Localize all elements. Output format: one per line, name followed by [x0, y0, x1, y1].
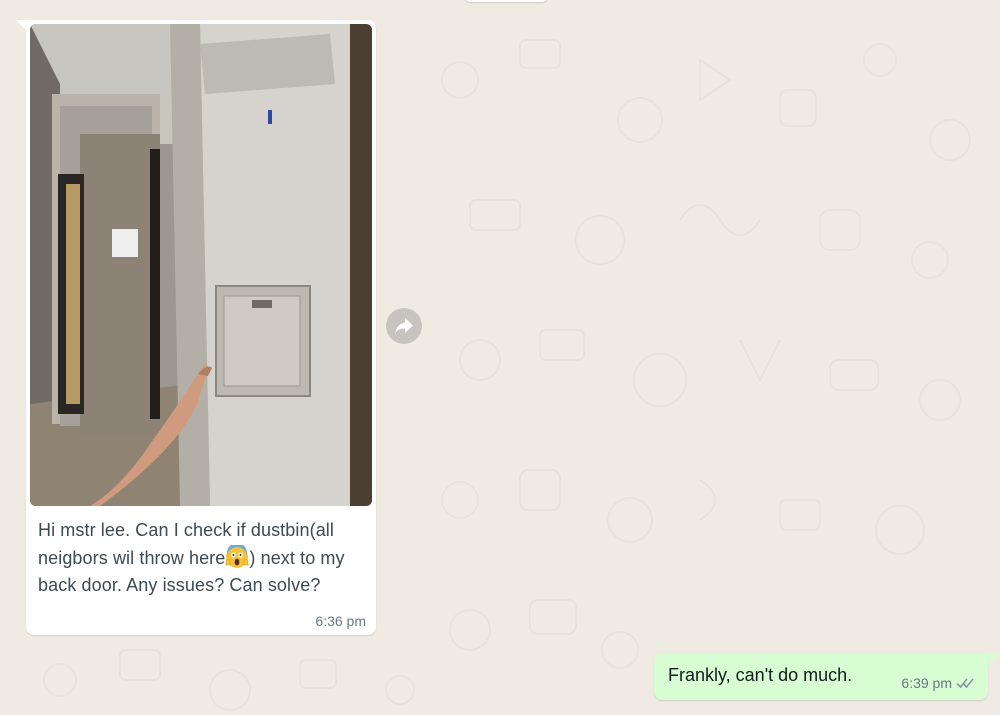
- outgoing-message-meta: 6:39 pm: [901, 675, 976, 691]
- outgoing-message-bubble[interactable]: Frankly, can't do much. 6:39 pm: [654, 653, 988, 700]
- outgoing-message-text: Frankly, can't do much.: [668, 665, 853, 685]
- forward-button[interactable]: [386, 308, 422, 344]
- double-check-read-icon: [956, 678, 974, 689]
- outgoing-message-time: 6:39 pm: [901, 675, 952, 691]
- corridor-photo: [30, 24, 372, 506]
- date-divider-pill: [463, 0, 549, 2]
- screaming-face-emoji-icon: [226, 544, 249, 568]
- incoming-message-time: 6:36 pm: [315, 613, 366, 629]
- message-photo[interactable]: [30, 24, 372, 506]
- forward-arrow-icon: [395, 318, 413, 334]
- outgoing-bubble-tail: [988, 653, 1000, 665]
- message-caption: Hi mstr lee. Can I check if dustbin(all …: [38, 517, 368, 600]
- incoming-message-bubble[interactable]: Hi mstr lee. Can I check if dustbin(all …: [26, 20, 376, 635]
